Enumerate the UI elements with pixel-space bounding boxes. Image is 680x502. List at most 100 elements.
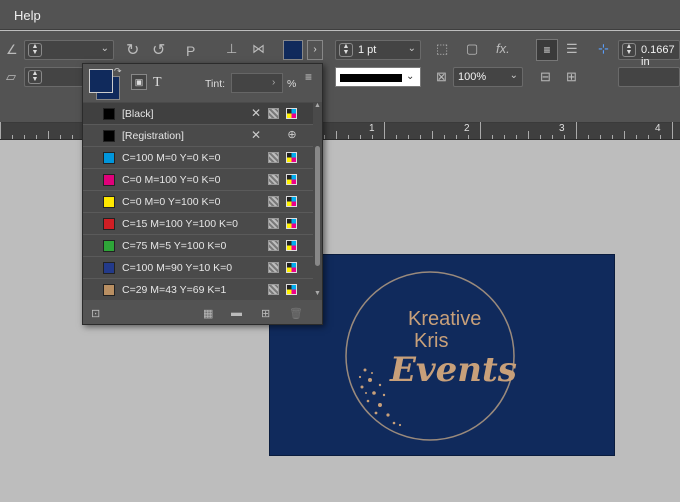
ruler-tick	[468, 135, 469, 139]
tint-field[interactable]: ›	[231, 73, 283, 93]
ruler-tick	[60, 135, 61, 139]
align-icon[interactable]: ⊥	[226, 41, 237, 57]
swatch-green[interactable]: C=75 M=5 Y=100 K=0	[83, 235, 313, 257]
chevron-down-icon[interactable]: ⌄	[101, 43, 109, 54]
swatch-cyan[interactable]: C=100 M=0 Y=0 K=0	[83, 147, 313, 169]
swatch-name: C=0 M=100 Y=0 K=0	[122, 174, 221, 186]
place-swatch-icon[interactable]: ⊡	[91, 307, 100, 320]
scroll-down-icon[interactable]: ▼	[314, 290, 321, 297]
swatch-blue[interactable]: C=100 M=90 Y=10 K=0	[83, 257, 313, 279]
ruler-tick	[588, 135, 589, 139]
new-swatch-icon[interactable]: ⊞	[261, 307, 270, 320]
rotate-ccw-icon[interactable]: ↺	[152, 40, 165, 60]
shear-field[interactable]: ▲ ▼	[24, 67, 84, 87]
ruler-tick	[672, 122, 673, 139]
cannot-edit-icon: ✕	[251, 106, 262, 120]
cmyk-icon	[286, 152, 297, 163]
tint-label: Tint:	[205, 78, 226, 90]
effects-icon[interactable]: fx.	[496, 41, 510, 56]
spinner-icon[interactable]: ▲ ▼	[28, 70, 42, 84]
swatch-views-icon[interactable]: ▦	[203, 307, 213, 320]
spinner-icon[interactable]: ▲ ▼	[28, 43, 42, 57]
chevron-down-icon[interactable]: ⌄	[510, 70, 518, 81]
swatch-red[interactable]: C=15 M=100 Y=100 K=0	[83, 213, 313, 235]
select-container-icon[interactable]: P	[186, 43, 195, 59]
stroke-weight-value: 1 pt	[358, 44, 377, 56]
swatch-name: C=0 M=0 Y=100 K=0	[122, 196, 221, 208]
stroke-weight-field[interactable]: ▲ ▼ 1 pt ⌄	[335, 40, 421, 60]
percent-label: %	[287, 78, 297, 90]
chevron-down-icon[interactable]: ⌄	[406, 71, 414, 82]
ruler-tick	[444, 135, 445, 139]
ruler-label: 3	[559, 123, 565, 134]
swatch-name: [Black]	[122, 108, 154, 120]
swatches-panel-footer: ⊡ ▦ ▬ ⊞ 🗑	[83, 302, 322, 324]
menu-help[interactable]: Help	[14, 8, 41, 23]
chevron-down-icon[interactable]: ⌄	[408, 43, 416, 54]
process-color-icon	[268, 196, 279, 207]
cannot-edit-icon: ✕	[251, 128, 262, 142]
stroke-type-select[interactable]: ⌄	[335, 67, 421, 87]
fill-swatch[interactable]	[283, 40, 303, 60]
frame-icon[interactable]: ▢	[466, 41, 478, 57]
fill-proxy[interactable]	[89, 69, 113, 93]
fitting-icon[interactable]: ⬚	[436, 41, 448, 57]
ruler-tick	[396, 135, 397, 139]
swatch-black[interactable]: [Black] ✕	[83, 103, 313, 125]
scrollbar-thumb[interactable]	[315, 146, 320, 266]
new-color-group-icon[interactable]: ▬	[231, 307, 242, 319]
swatch-list-scrollbar[interactable]: ▲ ▼	[313, 102, 322, 300]
trash-icon[interactable]: 🗑	[289, 307, 303, 320]
swatch-magenta[interactable]: C=0 M=100 Y=0 K=0	[83, 169, 313, 191]
spinner-icon[interactable]: ▲ ▼	[622, 43, 636, 57]
fill-dropdown-icon[interactable]: ›	[307, 40, 323, 60]
swatch-color	[103, 218, 115, 230]
logo-line-2: Kris	[414, 330, 448, 352]
distribute-icon[interactable]: ⋈	[252, 41, 265, 57]
swatch-name: C=29 M=43 Y=69 K=1	[122, 284, 227, 296]
ruler-tick	[492, 135, 493, 139]
ruler-label: 4	[655, 123, 661, 134]
swatch-name: C=100 M=90 Y=10 K=0	[122, 262, 233, 274]
align-left-icon[interactable]: ≡	[536, 39, 558, 61]
ruler-tick	[12, 135, 13, 139]
opacity-field[interactable]: 100% ⌄	[453, 67, 523, 87]
swatch-registration[interactable]: [Registration] ✕ ⊕	[83, 125, 313, 147]
ruler-tick	[480, 122, 481, 139]
ruler-tick	[636, 135, 637, 139]
ruler-tick	[384, 122, 385, 139]
cmyk-icon	[286, 108, 297, 119]
reference-value: 0.1667 in	[641, 44, 675, 68]
swatch-gold[interactable]: C=29 M=43 Y=69 K=1	[83, 279, 313, 301]
shear-angle-field[interactable]: ▲ ▼ ⌄	[24, 40, 114, 60]
process-color-icon	[268, 174, 279, 185]
reference-point-icon[interactable]: ⊹	[598, 41, 609, 57]
ruler-tick	[36, 135, 37, 139]
spinner-icon[interactable]: ▲ ▼	[339, 43, 353, 57]
cmyk-icon	[286, 218, 297, 229]
chevron-right-icon[interactable]: ›	[272, 77, 275, 88]
swatch-yellow[interactable]: C=0 M=0 Y=100 K=0	[83, 191, 313, 213]
space-icon[interactable]: ⊟	[540, 69, 551, 85]
panel-menu-icon[interactable]: ≡	[305, 70, 312, 84]
swatch-color	[103, 174, 115, 186]
reference-field[interactable]: ▲ ▼ 0.1667 in	[618, 40, 680, 68]
ruler-tick	[552, 135, 553, 139]
ruler-tick	[24, 135, 25, 139]
reference-field-2[interactable]	[618, 67, 680, 87]
rotate-cw-icon[interactable]: ↻	[126, 40, 139, 60]
ruler-tick	[408, 135, 409, 139]
container-icon[interactable]: ▣	[131, 74, 147, 90]
ruler-tick	[564, 135, 565, 139]
cmyk-icon	[286, 240, 297, 251]
text-formatting-icon[interactable]: T	[153, 75, 162, 91]
scroll-up-icon[interactable]: ▲	[314, 102, 321, 109]
ruler-tick	[612, 135, 613, 139]
ruler-tick	[372, 135, 373, 139]
ruler-tick	[648, 135, 649, 139]
swap-icon[interactable]: ↷	[114, 66, 122, 77]
swatch-name: C=75 M=5 Y=100 K=0	[122, 240, 227, 252]
process-color-icon	[268, 284, 279, 295]
align-right-icon[interactable]: ☰	[566, 41, 578, 57]
distribute-space-icon[interactable]: ⊞	[566, 69, 577, 85]
